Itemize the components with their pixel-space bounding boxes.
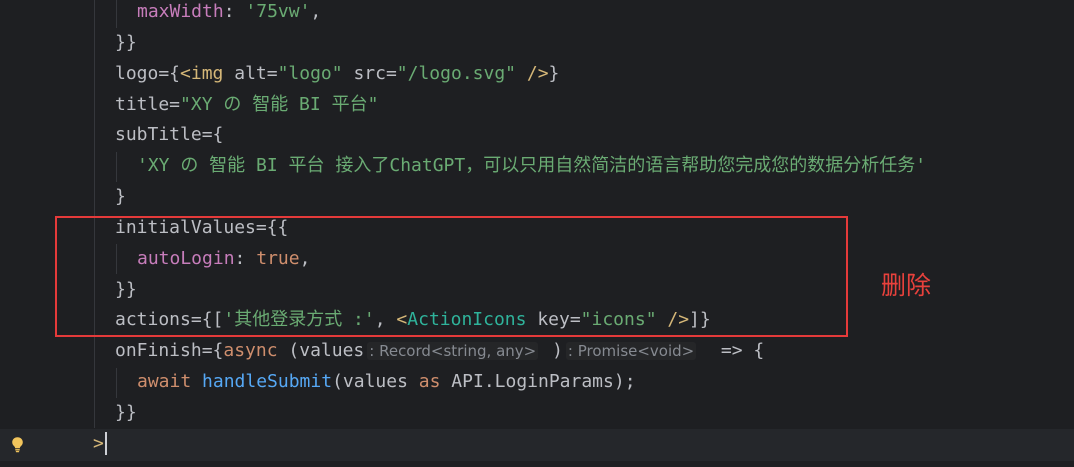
text-caret (104, 432, 107, 456)
code-line[interactable]: }} (0, 398, 1074, 429)
code-token: (values (277, 340, 365, 362)
delete-annotation-label: 删除 (881, 271, 932, 300)
code-token: logo={ (115, 62, 181, 84)
code-token: }} (115, 401, 137, 423)
code-token: async (223, 340, 278, 362)
code-line-current[interactable]: > (0, 429, 1074, 460)
code-token: , (310, 1, 322, 22)
code-token: as (418, 371, 441, 393)
code-token: <img (180, 62, 224, 84)
code-token: "logo" (277, 62, 343, 84)
code-line[interactable]: maxWidth: '75vw', (0, 0, 1074, 28)
code-line[interactable]: 'XY の 智能 BI 平台 接入了ChatGPT，可以只用自然简洁的语言帮助您… (0, 151, 1074, 182)
code-line[interactable]: await handleSubmit(values as API.LoginPa… (0, 367, 1074, 398)
code-line[interactable]: subTitle={ (0, 120, 1074, 151)
code-line[interactable]: } (0, 182, 1074, 213)
code-token: ) (541, 340, 563, 362)
code-token: await (137, 371, 192, 393)
code-token: }} (115, 31, 137, 53)
code-token: handleSubmit (191, 371, 333, 393)
code-token: src= (342, 62, 397, 84)
code-token: subTitle={ (115, 124, 224, 146)
code-token: API.LoginParams); (440, 371, 636, 393)
code-token: '75vw' (245, 1, 311, 22)
code-token: (values (332, 371, 419, 393)
code-token: : (223, 1, 246, 22)
code-token: /> (516, 62, 549, 84)
delete-highlight-box (55, 216, 848, 337)
code-token: alt= (223, 62, 278, 84)
code-line[interactable]: logo={<img alt="logo" src="/logo.svg" />… (0, 59, 1074, 90)
code-token: maxWidth (137, 1, 224, 22)
code-token: title= (115, 93, 181, 115)
code-token: > (93, 432, 104, 454)
code-token: "/logo.svg" (396, 62, 517, 84)
code-token: 'XY の 智能 BI 平台 接入了ChatGPT，可以只用自然简洁的语言帮助您… (137, 155, 927, 177)
type-inlay-hint[interactable]: : Record<string, any> (367, 342, 538, 360)
code-token: "XY の 智能 BI 平台" (180, 93, 379, 115)
code-token: => { (699, 340, 765, 362)
code-token: } (115, 186, 126, 208)
code-token: onFinish={ (115, 340, 224, 362)
code-line[interactable]: }} (0, 28, 1074, 59)
code-token: } (548, 62, 560, 84)
return-type-inlay-hint[interactable]: : Promise<void> (566, 342, 696, 360)
lightbulb-icon[interactable] (10, 436, 25, 453)
code-line[interactable]: onFinish={async (values: Record<string, … (0, 336, 1074, 367)
code-line[interactable]: title="XY の 智能 BI 平台" (0, 90, 1074, 121)
